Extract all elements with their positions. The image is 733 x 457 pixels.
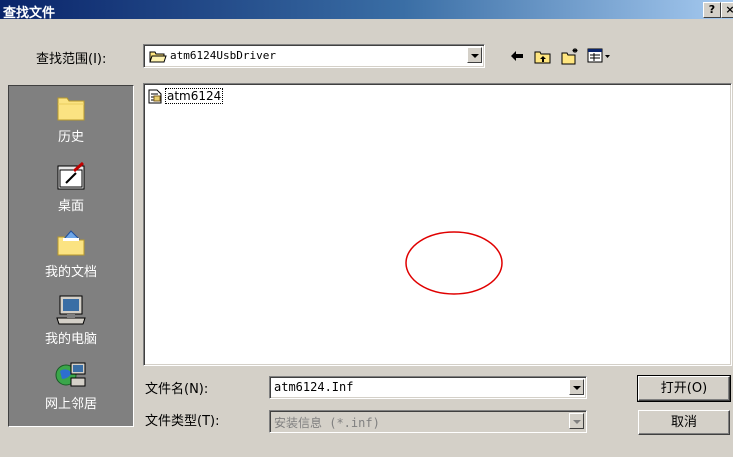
view-menu-icon[interactable] bbox=[587, 47, 613, 65]
place-history-label: 历史 bbox=[57, 130, 84, 145]
place-my-documents-label: 我的文档 bbox=[44, 265, 97, 280]
open-button[interactable]: 打开(O) bbox=[637, 375, 731, 402]
place-my-computer[interactable]: 我的电脑 bbox=[9, 294, 133, 347]
up-folder-icon[interactable] bbox=[534, 47, 552, 65]
place-history[interactable]: 历史 bbox=[9, 92, 133, 145]
close-button[interactable]: × bbox=[721, 2, 733, 18]
place-my-computer-label: 我的电脑 bbox=[44, 332, 97, 347]
history-icon bbox=[57, 97, 85, 121]
place-desktop[interactable]: 桌面 bbox=[9, 161, 133, 214]
network-icon bbox=[55, 362, 86, 387]
look-in-value: atm6124UsbDriver bbox=[170, 49, 276, 62]
filename-label: 文件名(N): bbox=[145, 382, 209, 397]
annotation-circle bbox=[405, 231, 503, 295]
folder-open-icon bbox=[149, 51, 167, 63]
place-my-documents[interactable]: 我的文档 bbox=[9, 227, 133, 280]
place-desktop-label: 桌面 bbox=[57, 199, 84, 214]
help-button[interactable]: ? bbox=[703, 2, 721, 18]
cancel-button[interactable]: 取消 bbox=[638, 410, 730, 435]
place-network[interactable]: 网上邻居 bbox=[9, 359, 133, 412]
place-network-label: 网上邻居 bbox=[44, 397, 97, 412]
file-name: atm6124 bbox=[165, 88, 224, 104]
look-in-dropdown-button[interactable] bbox=[467, 47, 482, 63]
new-folder-icon[interactable] bbox=[561, 47, 579, 65]
look-in-combo[interactable]: atm6124UsbDriver bbox=[143, 44, 485, 68]
look-in-label: 查找范围(I): bbox=[36, 52, 107, 67]
filetype-dropdown-button bbox=[569, 413, 584, 429]
my-documents-icon bbox=[57, 230, 85, 256]
filename-dropdown-button[interactable] bbox=[569, 379, 584, 395]
filetype-combo: 安装信息 (*.inf) bbox=[269, 410, 587, 433]
filename-combo[interactable]: atm6124.Inf bbox=[269, 376, 587, 399]
inf-file-icon bbox=[148, 89, 162, 104]
desktop-icon bbox=[57, 161, 85, 190]
filetype-value: 安装信息 (*.inf) bbox=[274, 416, 380, 430]
file-list[interactable]: atm6124 bbox=[143, 83, 732, 366]
my-computer-icon bbox=[56, 295, 86, 325]
title-bar: 查找文件 ? × bbox=[0, 0, 733, 21]
filename-input[interactable]: atm6124.Inf bbox=[274, 380, 353, 394]
window-title: 查找文件 bbox=[3, 6, 56, 21]
places-bar: 历史 桌面 我的文档 我的电脑 网上邻居 bbox=[8, 85, 134, 427]
back-arrow-icon[interactable] bbox=[508, 47, 526, 65]
filetype-label: 文件类型(T): bbox=[145, 414, 220, 429]
